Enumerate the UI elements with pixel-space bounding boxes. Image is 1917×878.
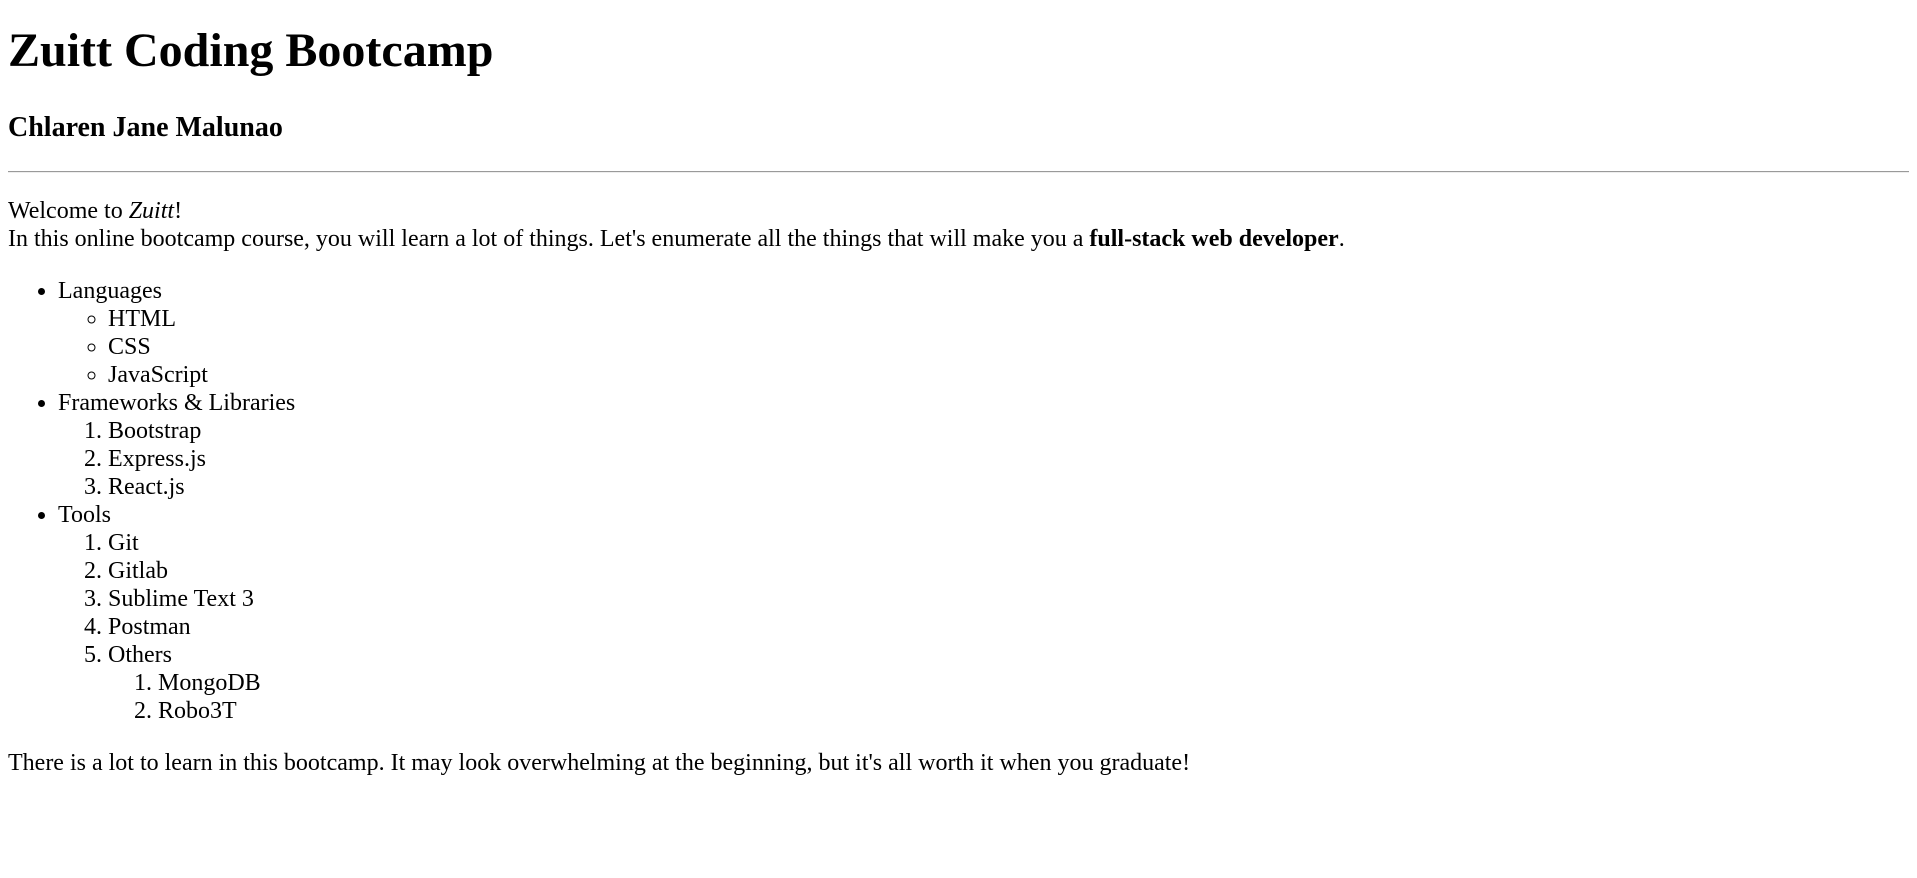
- welcome-brand: Zuitt: [128, 198, 175, 224]
- intro-line-suffix: .: [1338, 226, 1345, 252]
- category-label: Tools: [58, 502, 111, 528]
- tools-list: Git Gitlab Sublime Text 3 Postman Others…: [58, 529, 1909, 725]
- list-item: React.js: [108, 473, 1909, 501]
- welcome-prefix: Welcome to: [8, 198, 129, 224]
- list-item: JavaScript: [108, 361, 1909, 389]
- list-item: Sublime Text 3: [108, 585, 1909, 613]
- closing-paragraph: There is a lot to learn in this bootcamp…: [8, 750, 1191, 776]
- author-name: Chlaren Jane Malunao: [8, 112, 283, 143]
- list-item: HTML: [108, 305, 1909, 333]
- intro-paragraph: Welcome to Zuitt! In this online bootcam…: [8, 197, 1909, 253]
- list-item: Express.js: [108, 445, 1909, 473]
- list-item: MongoDB: [158, 669, 1909, 697]
- frameworks-list: Bootstrap Express.js React.js: [58, 417, 1909, 501]
- intro-line-prefix: In this online bootcamp course, you will…: [8, 226, 1090, 252]
- curriculum-list: Languages HTML CSS JavaScript Frameworks…: [8, 277, 1909, 725]
- category-label: Frameworks & Libraries: [58, 390, 296, 416]
- list-item: Gitlab: [108, 557, 1909, 585]
- list-item: Bootstrap: [108, 417, 1909, 445]
- category-label: Languages: [58, 278, 162, 304]
- list-item-frameworks: Frameworks & Libraries Bootstrap Express…: [58, 389, 1909, 501]
- list-item-languages: Languages HTML CSS JavaScript: [58, 277, 1909, 389]
- list-item-tools: Tools Git Gitlab Sublime Text 3 Postman …: [58, 501, 1909, 725]
- list-item: Git: [108, 529, 1909, 557]
- list-item: CSS: [108, 333, 1909, 361]
- others-label: Others: [108, 642, 172, 668]
- list-item: Postman: [108, 613, 1909, 641]
- languages-list: HTML CSS JavaScript: [58, 305, 1909, 389]
- others-list: MongoDB Robo3T: [108, 669, 1909, 725]
- list-item: Robo3T: [158, 697, 1909, 725]
- list-item-others: Others MongoDB Robo3T: [108, 641, 1909, 725]
- intro-line-emphasis: full-stack web developer: [1089, 226, 1339, 252]
- page-title: Zuitt Coding Bootcamp: [8, 24, 494, 77]
- welcome-suffix: !: [174, 198, 183, 224]
- divider: [8, 171, 1909, 173]
